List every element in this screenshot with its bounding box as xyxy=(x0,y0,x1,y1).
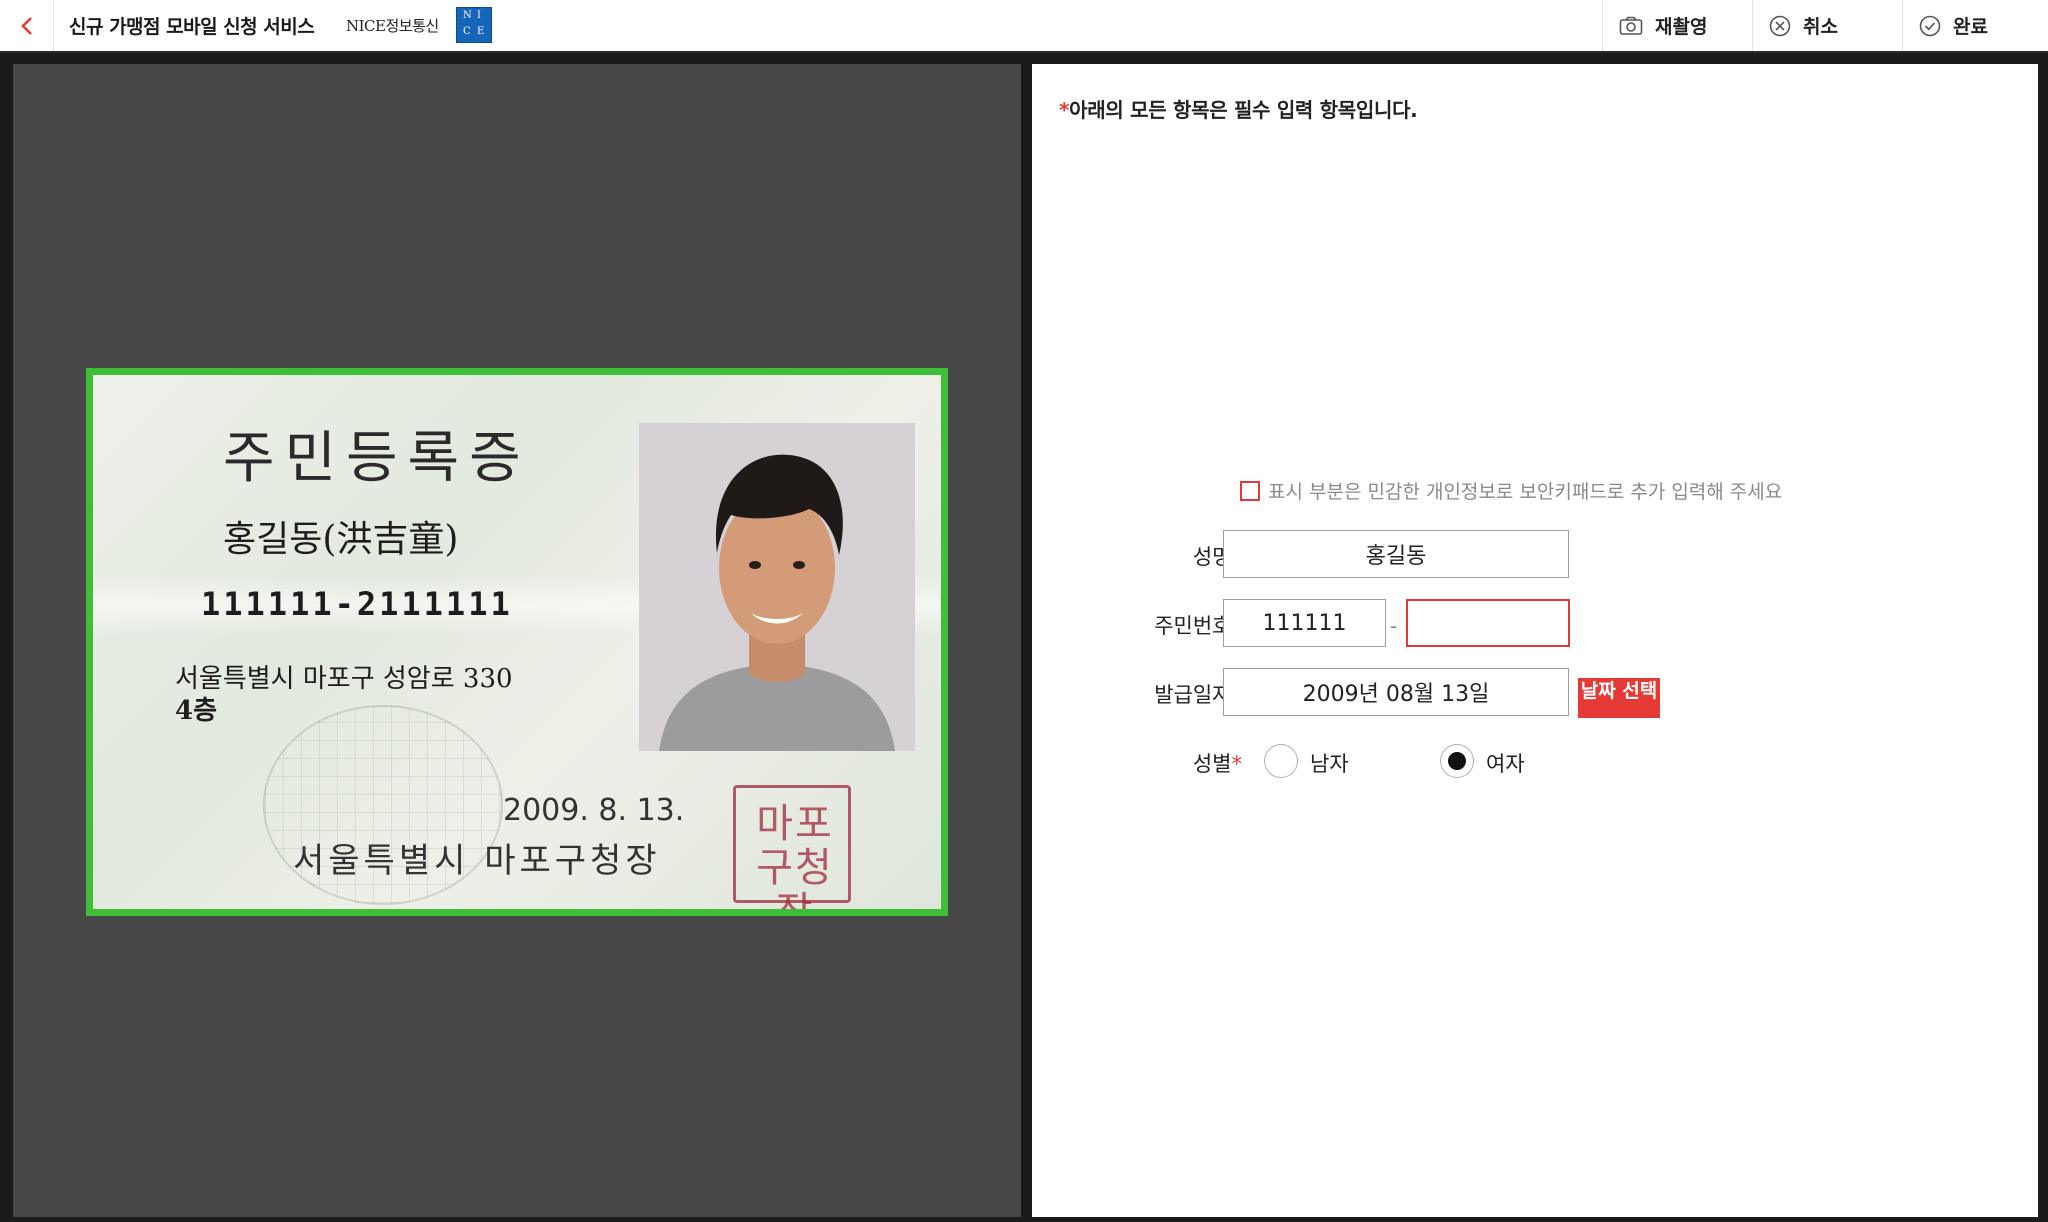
done-label: 완료 xyxy=(1953,16,1988,38)
logo-letter: E xyxy=(477,26,485,37)
required-mark: * xyxy=(1059,98,1070,122)
card-name: 홍길동(洪吉童) xyxy=(223,519,459,560)
page-title: 신규 가맹점 모바일 신청 서비스 xyxy=(69,16,315,38)
gender-label-text: 성별 xyxy=(1192,752,1232,776)
done-button[interactable]: 완료 xyxy=(1902,0,2048,51)
secure-keypad-hint-text: 표시 부분은 민감한 개인정보로 보안키패드로 추가 입력해 주세요 xyxy=(1268,481,1783,503)
secure-keypad-hint: 표시 부분은 민감한 개인정보로 보안키패드로 추가 입력해 주세요 xyxy=(1240,477,1782,504)
red-square-icon xyxy=(1240,480,1260,501)
form-panel: *아래의 모든 항목은 필수 입력 항목입니다. 표시 부분은 민감한 개인정보… xyxy=(1032,64,2038,1217)
top-bar: 신규 가맹점 모바일 신청 서비스 NICE정보통신 N I C E 재촬영 취… xyxy=(0,0,2048,53)
card-issuer: 서울특별시 마포구청장 xyxy=(293,841,661,881)
card-issue-date: 2009. 8. 13. xyxy=(503,793,685,828)
id-photo xyxy=(639,423,915,751)
retake-button[interactable]: 재촬영 xyxy=(1602,0,1752,51)
card-title: 주민등록증 xyxy=(223,426,531,491)
card-address: 서울특별시 마포구 성암로 330 xyxy=(175,664,513,694)
gender-male-radio[interactable] xyxy=(1264,744,1298,778)
seal-text: 마포구청장 xyxy=(756,801,834,909)
rrn-back-field[interactable] xyxy=(1406,599,1570,647)
logo-letter: C xyxy=(463,26,471,37)
gender-female-label[interactable]: 여자 xyxy=(1486,748,1525,778)
name-field[interactable]: 홍길동 xyxy=(1223,530,1569,578)
chevron-left-icon xyxy=(20,16,32,35)
gender-label: 성별* xyxy=(1132,748,1242,778)
back-button[interactable] xyxy=(0,0,54,51)
issue-date-field[interactable]: 2009년 08월 13일 xyxy=(1223,668,1569,716)
required-mark: * xyxy=(1231,752,1243,776)
issue-date-label-text: 발급일자 xyxy=(1154,683,1232,707)
card-rrn: 111111-2111111 xyxy=(201,585,513,623)
official-seal: 마포구청장 xyxy=(733,785,851,909)
gender-male-label[interactable]: 남자 xyxy=(1310,748,1349,778)
logo-letter: I xyxy=(477,10,481,21)
person-photo-icon xyxy=(639,423,915,751)
check-circle-icon xyxy=(1919,15,1941,36)
camera-preview-panel: 주민등록증 홍길동(洪吉童) 111111-2111111 서울특별시 마포구 … xyxy=(13,64,1021,1217)
rrn-front-field[interactable]: 111111 xyxy=(1223,599,1386,647)
required-notice-text: 아래의 모든 항목은 필수 입력 항목입니다. xyxy=(1069,98,1418,122)
required-notice: *아래의 모든 항목은 필수 입력 항목입니다. xyxy=(1059,94,1418,123)
brand-text: NICE정보통신 xyxy=(346,17,439,35)
id-card-frame: 주민등록증 홍길동(洪吉童) 111111-2111111 서울특별시 마포구 … xyxy=(86,368,948,916)
gender-female-radio[interactable] xyxy=(1440,744,1474,778)
cancel-label: 취소 xyxy=(1803,16,1838,38)
date-select-button[interactable]: 날짜 선택 xyxy=(1578,678,1660,718)
rrn-separator: - xyxy=(1390,614,1398,638)
retake-label: 재촬영 xyxy=(1655,16,1708,38)
cancel-button[interactable]: 취소 xyxy=(1752,0,1902,51)
id-card-image: 주민등록증 홍길동(洪吉童) 111111-2111111 서울특별시 마포구 … xyxy=(93,375,941,909)
rrn-label-text: 주민번호 xyxy=(1154,614,1232,638)
card-address-detail: 4층 xyxy=(175,696,218,726)
logo-letter: N xyxy=(463,10,472,21)
camera-icon xyxy=(1619,16,1643,35)
cancel-circle-icon xyxy=(1769,15,1791,36)
brand-logo: N I C E xyxy=(456,7,492,43)
